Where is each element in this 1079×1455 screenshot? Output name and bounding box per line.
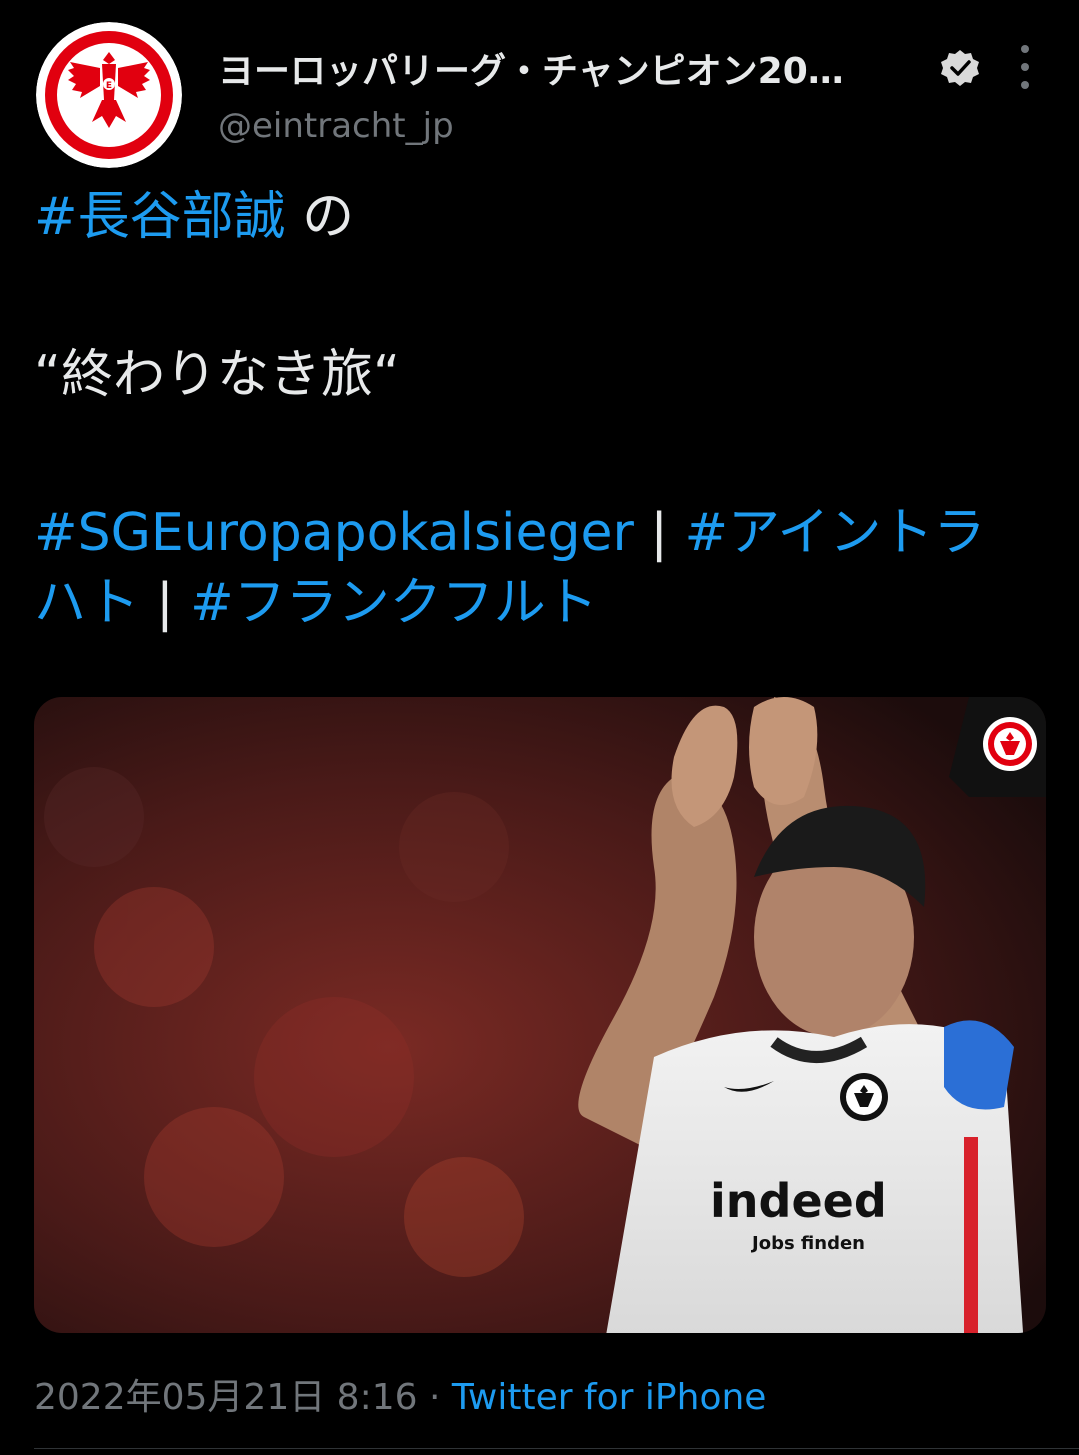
tweet-separator: |	[139, 573, 191, 633]
verified-badge-icon	[940, 48, 980, 88]
tweet-text-fragment: の	[285, 187, 355, 247]
tweet-line-2: “終わりなき旅“	[34, 345, 400, 405]
more-dot-icon	[1021, 45, 1029, 53]
tweet-line-4: ハト | #フランクフルト	[34, 568, 1044, 638]
author-avatar[interactable]: E	[36, 22, 182, 168]
meta-separator: ·	[417, 1377, 452, 1418]
divider	[34, 1448, 1079, 1449]
hashtag-link[interactable]: ハト	[34, 573, 140, 633]
hashtag-link[interactable]: #SGEuropapokalsieger	[34, 503, 634, 563]
tweet-timestamp[interactable]: 2022年05月21日 8:16	[34, 1377, 418, 1418]
more-dot-icon	[1021, 63, 1029, 71]
jersey-sponsor: indeed	[710, 1174, 887, 1228]
tweet-photo[interactable]: indeed Jobs finden	[34, 697, 1046, 1333]
svg-text:E: E	[106, 81, 112, 91]
tweet-body: #長谷部誠 の “終わりなき旅“ #SGEuropapokalsieger | …	[34, 182, 1044, 638]
more-options-button[interactable]	[1005, 40, 1045, 94]
tweet-source-link[interactable]: Twitter for iPhone	[452, 1377, 767, 1418]
hashtag-link[interactable]: #フランクフルト	[190, 573, 598, 633]
eagle-crest-logo: E	[36, 22, 182, 168]
hashtag-link[interactable]: #アイントラ	[684, 503, 985, 563]
tweet-meta: 2022年05月21日 8:16 · Twitter for iPhone	[34, 1368, 766, 1420]
player-applauding-photo: indeed Jobs finden	[34, 697, 1046, 1333]
tweet-separator: |	[633, 503, 685, 563]
hashtag-link[interactable]: #長谷部誠	[34, 187, 286, 247]
author-display-name[interactable]: ヨーロッパリーグ・チャンピオン20…	[218, 42, 918, 94]
author-handle[interactable]: @eintracht_jp	[218, 106, 454, 146]
jersey-sponsor-tagline: Jobs finden	[750, 1233, 865, 1254]
tweet-line-1: #長谷部誠 の	[34, 182, 1044, 252]
tweet-line-3: #SGEuropapokalsieger | #アイントラ	[34, 498, 1044, 568]
more-dot-icon	[1021, 81, 1029, 89]
